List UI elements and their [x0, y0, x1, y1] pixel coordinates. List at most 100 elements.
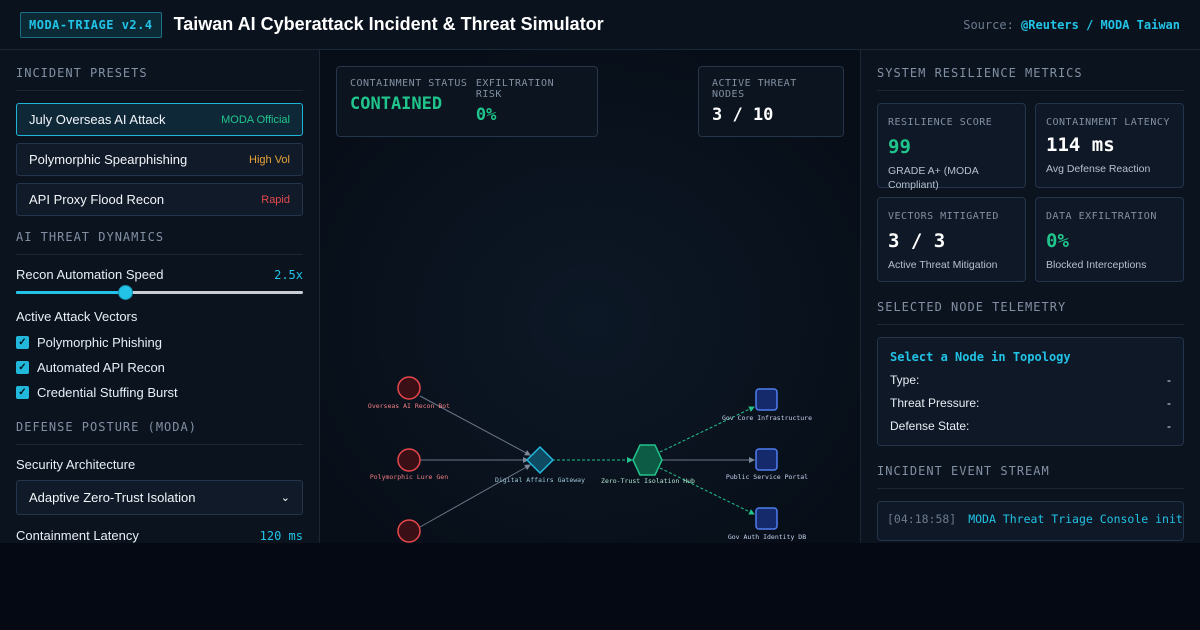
speed-row: Recon Automation Speed 2.5x [16, 267, 303, 282]
threat-nodes-value: 3 / 10 [712, 105, 774, 125]
event-message: MODA Threat Triage Console initialized [968, 512, 1183, 526]
metric-sub: GRADE A+ (MODA Compliant) [888, 165, 979, 191]
event-time: [04:18:58] [887, 512, 957, 526]
preset-api-proxy-flood[interactable]: API Proxy Flood Recon Rapid [16, 183, 303, 216]
metric-sub: Avg Defense Reaction [1046, 163, 1151, 175]
speed-value: 2.5x [274, 267, 303, 282]
node-label: Polymorphic Lure Gen [370, 473, 448, 481]
node-label: Gov Core Infrastructure [722, 414, 812, 422]
metrics-panel: SYSTEM RESILIENCE METRICS RESILIENCE SCO… [860, 50, 1200, 543]
architecture-select[interactable]: Adaptive Zero-Trust Isolation ⌄ [16, 480, 303, 515]
telemetry-title: SELECTED NODE TELEMETRY [877, 300, 1184, 325]
exfil-value: 0% [475, 105, 497, 125]
architecture-label: Security Architecture [16, 457, 136, 472]
node-lure-gen[interactable] [397, 448, 421, 472]
metric-label: CONTAINMENT LATENCY [1046, 117, 1170, 128]
threat-nodes-label: ACTIVE THREAT NODES [712, 78, 797, 100]
telemetry-value: - [1167, 419, 1171, 433]
slider-thumb[interactable] [117, 285, 133, 300]
preset-july-overseas-attack[interactable]: July Overseas AI Attack MODA Official [16, 103, 303, 136]
preset-label: Polymorphic Spearphishing [29, 152, 188, 167]
metric-value: 99 [888, 136, 911, 158]
node-label: Digital Affairs Gateway [495, 476, 585, 484]
metric-vectors-mitigated: VECTORS MITIGATED 3 / 3 Active Threat Mi… [877, 197, 1026, 282]
metric-label: VECTORS MITIGATED [888, 211, 999, 222]
metrics-grid: RESILIENCE SCORE 99 GRADE A+ (MODA Compl… [877, 103, 1184, 282]
exfil-block: EXFILTRATION RISK 0% [476, 78, 584, 125]
latency-row: Containment Latency 120 ms [16, 528, 303, 543]
preset-polymorphic-spearphishing[interactable]: Polymorphic Spearphishing High Vol [16, 143, 303, 176]
node-label: Overseas AI Recon Bot [368, 402, 450, 410]
preset-tag: Rapid [261, 193, 290, 206]
checkbox-checked-icon[interactable]: ✓ [16, 336, 29, 349]
metric-resilience-score: RESILIENCE SCORE 99 GRADE A+ (MODA Compl… [877, 103, 1026, 191]
topology-view: Overseas AI Recon Bot Polymorphic Lure G… [320, 50, 860, 543]
defense-title: DEFENSE POSTURE (MODA) [16, 420, 303, 445]
checkbox-checked-icon[interactable]: ✓ [16, 386, 29, 399]
source-attribution: Source: @Reuters / MODA Taiwan [963, 18, 1180, 32]
telemetry-row-type: Type: - [890, 373, 1171, 387]
telemetry-value: - [1167, 396, 1171, 410]
node-credential-burst[interactable] [397, 519, 421, 543]
stream-title: INCIDENT EVENT STREAM [877, 464, 1184, 489]
vector-credential-stuffing[interactable]: ✓ Credential Stuffing Burst [16, 385, 303, 400]
speed-label: Recon Automation Speed [16, 267, 164, 282]
telemetry-label: Threat Pressure: [890, 396, 980, 410]
checkbox-checked-icon[interactable]: ✓ [16, 361, 29, 374]
node-public-portal[interactable] [755, 448, 778, 471]
preset-label: API Proxy Flood Recon [29, 192, 165, 207]
containment-value: CONTAINED [350, 94, 443, 114]
vectors-label: Active Attack Vectors [16, 309, 138, 324]
page-title: Taiwan AI Cyberattack Incident & Threat … [173, 14, 604, 34]
chevron-down-icon: ⌄ [280, 492, 290, 504]
telemetry-value: - [1167, 373, 1171, 387]
vector-label: Polymorphic Phishing [37, 335, 163, 350]
architecture-value: Adaptive Zero-Trust Isolation [29, 490, 196, 505]
node-recon-bot[interactable] [397, 376, 421, 400]
slider-fill [16, 291, 126, 294]
node-label: Gov Auth Identity DB [728, 533, 806, 541]
preset-tag: MODA Official [221, 113, 290, 126]
dynamics-title: AI THREAT DYNAMICS [16, 230, 303, 255]
node-auth-db[interactable] [755, 507, 778, 530]
metric-containment-latency: CONTAINMENT LATENCY 114 ms Avg Defense R… [1035, 103, 1184, 188]
preset-label: July Overseas AI Attack [29, 112, 166, 127]
metrics-title: SYSTEM RESILIENCE METRICS [877, 66, 1184, 91]
node-hub[interactable] [632, 444, 663, 476]
threat-nodes-panel: ACTIVE THREAT NODES 3 / 10 [698, 66, 844, 137]
app-header: MODA-TRIAGE v2.4 Taiwan AI Cyberattack I… [0, 0, 1200, 50]
metric-sub: Blocked Interceptions [1046, 259, 1147, 271]
telemetry-label: Type: [890, 373, 920, 387]
source-label: Source: [963, 17, 1014, 32]
telemetry-row-pressure: Threat Pressure: - [890, 396, 1171, 410]
telemetry-row-defense: Defense State: - [890, 419, 1171, 433]
speed-slider[interactable] [16, 284, 303, 302]
node-label: Public Service Portal [726, 473, 808, 481]
source-link[interactable]: @Reuters / MODA Taiwan [1021, 18, 1180, 32]
latency-label: Containment Latency [16, 528, 139, 543]
vector-label: Credential Stuffing Burst [37, 385, 178, 400]
metric-label: DATA EXFILTRATION [1046, 211, 1157, 222]
telemetry-card: Select a Node in Topology Type: - Threat … [877, 337, 1184, 446]
containment-status-panel: CONTAINMENT STATUS CONTAINED EXFILTRATIO… [336, 66, 598, 137]
control-panel: INCIDENT PRESETS July Overseas AI Attack… [0, 50, 320, 543]
telemetry-label: Defense State: [890, 419, 970, 433]
metric-sub: Active Threat Mitigation [888, 259, 998, 271]
footer-area [0, 543, 1200, 630]
exfil-label: EXFILTRATION RISK [475, 78, 555, 100]
telemetry-prompt: Select a Node in Topology [890, 350, 1071, 364]
version-badge: MODA-TRIAGE v2.4 [20, 11, 162, 38]
event-stream[interactable]: [04:18:58] MODA Threat Triage Console in… [877, 501, 1184, 541]
metric-value: 3 / 3 [888, 230, 946, 252]
containment-block: CONTAINMENT STATUS CONTAINED [350, 78, 476, 125]
vector-polymorphic-phishing[interactable]: ✓ Polymorphic Phishing [16, 335, 303, 350]
presets-title: INCIDENT PRESETS [16, 66, 303, 91]
metric-data-exfiltration: DATA EXFILTRATION 0% Blocked Interceptio… [1035, 197, 1184, 282]
status-columns: CONTAINMENT STATUS CONTAINED EXFILTRATIO… [350, 78, 584, 125]
metric-value: 114 ms [1046, 134, 1115, 156]
containment-label: CONTAINMENT STATUS [350, 78, 468, 89]
vector-automated-api-recon[interactable]: ✓ Automated API Recon [16, 360, 303, 375]
node-gov-infra[interactable] [755, 388, 778, 411]
node-label: Zero-Trust Isolation Hub [601, 477, 695, 485]
metric-value: 0% [1046, 230, 1069, 252]
